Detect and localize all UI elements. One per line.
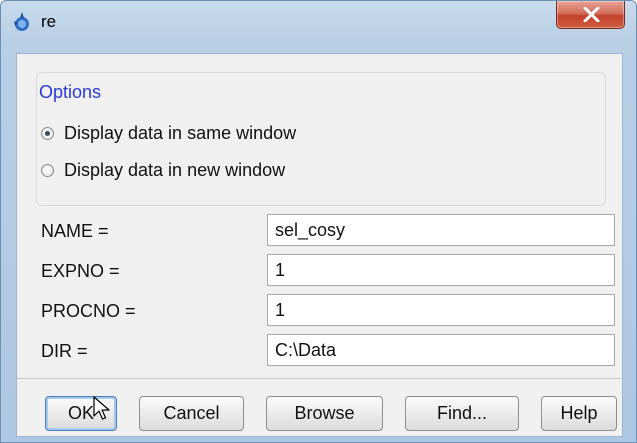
close-button[interactable]	[556, 1, 625, 29]
dir-field[interactable]: C:\Data	[267, 334, 615, 366]
mouse-cursor-icon	[93, 396, 111, 427]
procno-field[interactable]: 1	[267, 294, 615, 326]
close-icon	[583, 7, 600, 22]
radio-same-window[interactable]: Display data in same window	[41, 121, 296, 145]
title-bar[interactable]: re	[1, 1, 636, 45]
name-label: NAME =	[41, 221, 109, 241]
procno-label: PROCNO =	[41, 301, 136, 321]
help-button[interactable]: Help	[541, 396, 617, 431]
find-button[interactable]: Find...	[405, 396, 519, 431]
browse-button[interactable]: Browse	[266, 396, 383, 431]
options-title: Options	[39, 82, 102, 102]
expno-field[interactable]: 1	[267, 254, 615, 286]
name-field[interactable]: sel_cosy	[267, 214, 615, 246]
radio-button-checked[interactable]	[41, 126, 54, 140]
dir-label: DIR =	[41, 341, 88, 361]
topspin-app-icon	[11, 11, 33, 33]
cancel-button[interactable]: Cancel	[139, 396, 244, 431]
expno-label: EXPNO =	[41, 261, 120, 281]
dialog-content: Options Display data in same window Disp…	[16, 53, 623, 437]
radio-new-window[interactable]: Display data in new window	[41, 158, 285, 182]
divider	[17, 378, 622, 379]
window-title: re	[41, 12, 57, 31]
radio-button-unchecked[interactable]	[41, 163, 54, 177]
dialog-window: re Options Display data in same window D…	[0, 0, 637, 443]
radio-label-same-window: Display data in same window	[64, 123, 297, 143]
radio-label-new-window: Display data in new window	[64, 160, 286, 180]
